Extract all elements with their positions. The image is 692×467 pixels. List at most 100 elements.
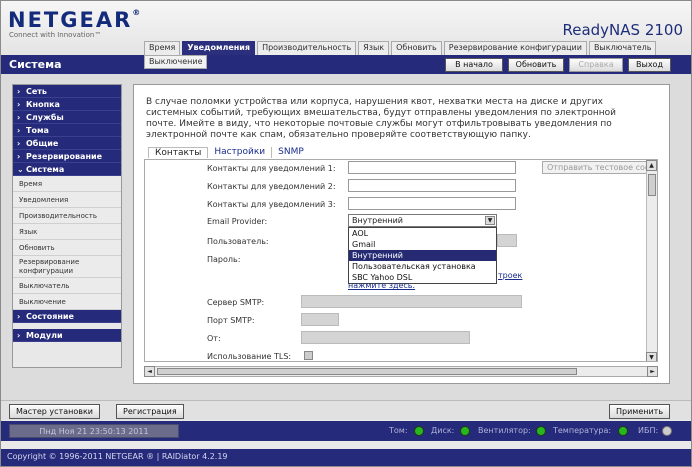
help-link-tail[interactable]: троек [498, 271, 522, 280]
disk-status-label: Диск: [431, 426, 455, 435]
option-gmail[interactable]: Gmail [349, 239, 496, 250]
contact3-label: Контакты для уведомлений 3: [207, 200, 336, 209]
top-tabs: Время Уведомления Производительность Язы… [144, 41, 658, 55]
chevron-right-icon: › [17, 100, 21, 109]
sidebar-item-update[interactable]: Обновить [13, 240, 121, 256]
refresh-button[interactable]: Обновить [508, 58, 564, 72]
sidebar-item-config-backup[interactable]: Резервирование конфигурации [13, 256, 121, 278]
option-internal[interactable]: Внутренний [349, 250, 496, 261]
intro-text: В случае поломки устройства или корпуса,… [146, 97, 616, 140]
home-button[interactable]: В начало [445, 58, 503, 72]
sidebar-group-shares[interactable]: › Общие [13, 137, 121, 150]
fan-led-icon[interactable] [536, 426, 546, 436]
tls-checkbox[interactable] [304, 351, 313, 360]
tab-snmp[interactable]: SNMP [272, 147, 310, 158]
sidebar-item-time[interactable]: Время [13, 176, 121, 192]
vertical-scrollbar[interactable]: ▲ ▼ [646, 160, 657, 361]
temp-led-icon[interactable] [618, 426, 628, 436]
scroll-up-icon[interactable]: ▲ [646, 160, 657, 171]
hscroll-thumb[interactable] [157, 368, 577, 375]
sidebar-group-backup[interactable]: › Резервирование [13, 150, 121, 163]
user-input[interactable] [497, 234, 517, 247]
content-panel: В случае поломки устройства или корпуса,… [133, 84, 670, 384]
tab-language[interactable]: Язык [358, 41, 390, 55]
smtp-port-label: Порт SMTP: [207, 316, 255, 325]
email-provider-select[interactable]: Внутренний ▼ [348, 214, 497, 227]
apply-button[interactable]: Применить [609, 404, 671, 419]
send-test-button[interactable]: Отправить тестовое сооб [542, 161, 654, 174]
sidebar: › Сеть › Кнопка › Службы › Тома › Общие › Резе… [12, 84, 122, 368]
volume-status-label: Том: [389, 426, 408, 435]
chevron-right-icon: › [17, 331, 21, 340]
contact3-input[interactable] [348, 197, 516, 210]
copyright: Copyright © 1996-2011 NETGEAR ® | RAIDia… [1, 449, 691, 466]
sidebar-item-notifications[interactable]: Уведомления [13, 192, 121, 208]
sidebar-group-volumes[interactable]: › Тома [13, 124, 121, 137]
exit-button[interactable]: Выход [628, 58, 671, 72]
sidebar-group-services[interactable]: › Службы [13, 111, 121, 124]
system-bar: Система Выключение В начало Обновить Спр… [1, 55, 691, 74]
sidebar-item-performance[interactable]: Производительность [13, 208, 121, 224]
fan-status-label: Вентилятор: [478, 426, 531, 435]
email-provider-label: Email Provider: [207, 217, 268, 226]
scroll-left-icon[interactable]: ◄ [144, 366, 155, 377]
chevron-right-icon: › [17, 152, 21, 161]
tab-performance[interactable]: Производительность [257, 41, 357, 55]
ups-led-icon[interactable] [662, 426, 672, 436]
sidebar-item-shutdown[interactable]: Выключение [13, 294, 121, 310]
sidebar-item-language[interactable]: Язык [13, 224, 121, 240]
chevron-right-icon: › [17, 139, 21, 148]
tab-shutdown[interactable]: Выключение [144, 55, 208, 69]
from-label: От: [207, 334, 221, 343]
tab-config-backup[interactable]: Резервирование конфигурации [443, 41, 587, 55]
sidebar-group-network[interactable]: › Сеть [13, 85, 121, 98]
sidebar-group-modules[interactable]: › Модули [13, 329, 121, 342]
chevron-right-icon: › [17, 113, 21, 122]
chevron-right-icon: › [17, 87, 21, 96]
option-aol[interactable]: AOL [349, 228, 496, 239]
horizontal-scrollbar[interactable]: ◄ ► [144, 366, 658, 377]
temp-status-label: Температура: [553, 426, 612, 435]
scroll-down-icon[interactable]: ▼ [646, 352, 657, 361]
contact1-label: Контакты для уведомлений 1: [207, 164, 336, 173]
register-button[interactable]: Регистрация [116, 404, 184, 419]
contact1-input[interactable] [348, 161, 516, 174]
status-bar: Пнд Ноя 21 23:50:13 2011 Том: Диск: Вент… [1, 421, 691, 441]
sidebar-item-power[interactable]: Выключатель [13, 278, 121, 294]
sidebar-group-status[interactable]: › Состояние [13, 310, 121, 323]
tab-settings[interactable]: Настройки [208, 147, 273, 158]
disk-led-icon[interactable] [460, 426, 470, 436]
tab-contacts[interactable]: Контакты [148, 147, 209, 158]
dropdown-arrow-icon[interactable]: ▼ [485, 216, 495, 225]
password-label: Пароль: [207, 255, 241, 264]
sidebar-group-system[interactable]: ⌄ Система [13, 163, 121, 176]
smtp-server-label: Сервер SMTP: [207, 298, 265, 307]
netgear-logo: NETGEAR® [8, 8, 141, 32]
help-link[interactable]: нажмите здесь. [348, 281, 415, 290]
scroll-thumb[interactable] [648, 174, 656, 196]
ups-status-label: ИБП: [638, 426, 659, 435]
scroll-right-icon[interactable]: ► [647, 366, 658, 377]
product-name: ReadyNAS 2100 [562, 21, 683, 39]
tab-time[interactable]: Время [144, 41, 181, 55]
from-input[interactable] [301, 331, 470, 344]
volume-led-icon[interactable] [414, 426, 424, 436]
tab-power[interactable]: Выключатель [588, 41, 657, 55]
datetime: Пнд Ноя 21 23:50:13 2011 [9, 424, 179, 438]
sidebar-group-button[interactable]: › Кнопка [13, 98, 121, 111]
setup-wizard-button[interactable]: Мастер установки [9, 404, 100, 419]
option-custom[interactable]: Пользовательская установка [349, 261, 496, 272]
email-provider-options: AOL Gmail Внутренний Пользовательская ус… [348, 227, 497, 284]
header: NETGEAR® Connect with Innovation™ ReadyN… [1, 1, 691, 55]
content-tabs: Контакты Настройки SNMP [148, 147, 310, 158]
section-title: Система [9, 58, 62, 71]
tab-update[interactable]: Обновить [391, 41, 442, 55]
smtp-server-input[interactable] [301, 295, 522, 308]
chevron-right-icon: › [17, 312, 21, 321]
chevron-right-icon: › [17, 126, 21, 135]
smtp-port-input[interactable] [301, 313, 339, 326]
user-label: Пользователь: [207, 237, 269, 246]
help-button[interactable]: Справка [569, 58, 623, 72]
contact2-input[interactable] [348, 179, 516, 192]
tab-notifications[interactable]: Уведомления [182, 41, 256, 55]
